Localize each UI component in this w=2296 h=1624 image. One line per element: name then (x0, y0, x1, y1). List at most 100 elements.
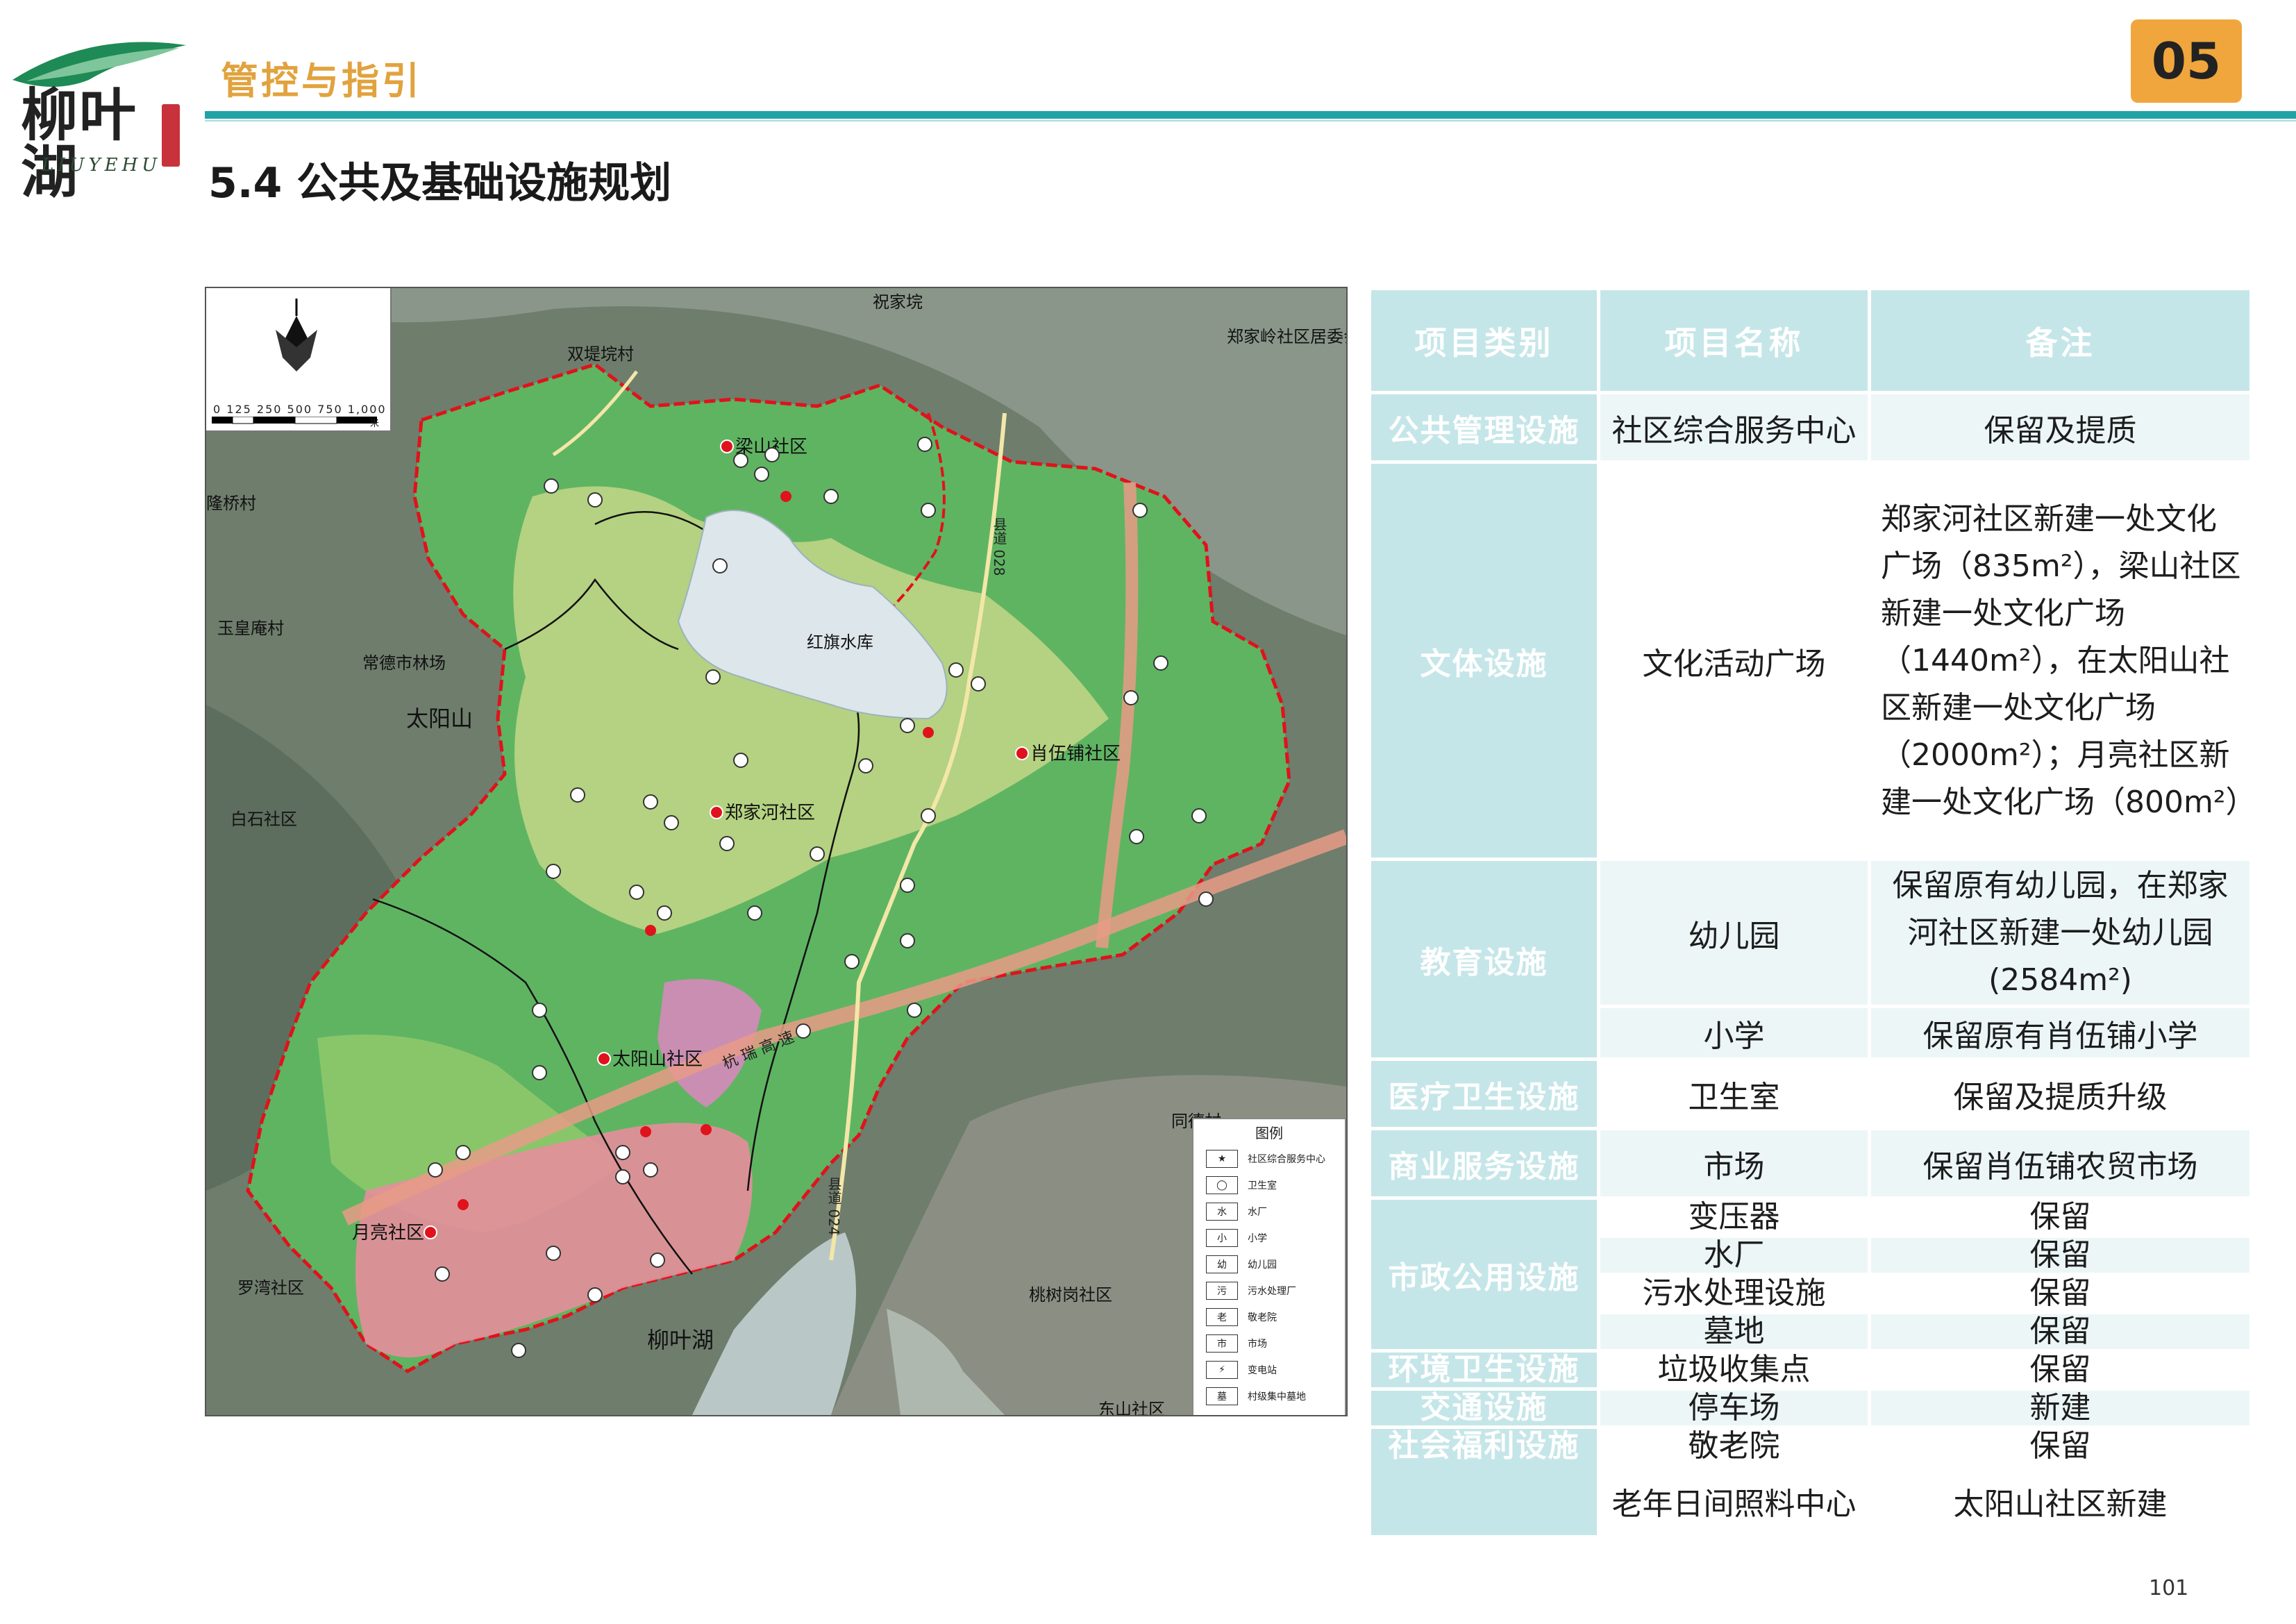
label-yuhuang: 玉皇庵村 (217, 619, 284, 638)
label-road-024: 县道 024 (826, 1177, 842, 1236)
row-note: 保留原有幼儿园，在郑家河社区新建一处幼儿园(2584m²) (1868, 857, 2253, 1008)
row-name: 幼儿园 (1597, 857, 1871, 1008)
section-title: 管控与指引 (221, 59, 422, 103)
map-legend: 图例 ★ 社区综合服务中心 ◯ 卫生室 水水厂 小小学 幼幼儿园 污污水处理厂 老敬… (1192, 1118, 1346, 1415)
header-note: 备注 (1868, 287, 2253, 394)
primary-school-icon: 小 (1206, 1229, 1238, 1247)
community-marker (424, 1225, 437, 1239)
row-category: 商业服务设施 (1368, 1127, 1600, 1200)
label-shuangtidi: 双堤垸村 (567, 344, 634, 364)
row-category: 文体设施 (1368, 460, 1600, 861)
logo-latin: LIUYEHU (42, 155, 162, 176)
row-note: 保留及提质升级 (1868, 1057, 2253, 1130)
row-note: 保留肖伍铺农贸市场 (1868, 1127, 2253, 1200)
label-zhengjiahe: 郑家河社区 (725, 803, 816, 823)
row-name: 市场 (1597, 1127, 1871, 1200)
community-marker (710, 805, 723, 819)
row-name: 墓地 (1597, 1311, 1871, 1353)
sewage-plant-icon: 污 (1206, 1282, 1238, 1300)
row-name: 社区综合服务中心 (1597, 391, 1871, 464)
row-note: 新建 (1868, 1387, 2253, 1429)
row-name: 变压器 (1597, 1196, 1871, 1238)
legend-item: 污污水处理厂 (1206, 1280, 1296, 1301)
row-name: 小学 (1597, 1005, 1871, 1061)
brand-logo: 柳叶湖 LIUYEHU (6, 38, 207, 201)
row-note: 保留 (1868, 1425, 2253, 1467)
planning-map: 0 125 250 500 750 1,000 米 祝家垸 双堤垸村 郑家岭社区… (205, 287, 1348, 1416)
row-note: 保留原有肖伍铺小学 (1868, 1005, 2253, 1061)
row-note: 保留 (1868, 1311, 2253, 1353)
water-plant-icon: 水 (1206, 1203, 1238, 1221)
row-name: 文化活动广场 (1597, 460, 1871, 861)
table-row: 教育设施 幼儿园 保留原有幼儿园，在郑家河社区新建一处幼儿园(2584m²) (1368, 857, 2253, 1061)
legend-item: 水水厂 (1206, 1201, 1267, 1222)
row-name: 老年日间照料中心 (1597, 1464, 1871, 1539)
row-name: 卫生室 (1597, 1057, 1871, 1130)
label-taiyangshan-mountain: 太阳山 (406, 705, 474, 732)
label-hongqi-reservoir: 红旗水库 (807, 633, 873, 652)
table-row: 公共管理设施 社区综合服务中心 保留及提质 (1368, 391, 2253, 464)
legend-item: ★ 社区综合服务中心 (1206, 1148, 1325, 1169)
row-name: 敬老院 (1597, 1425, 1871, 1467)
label-dongshan: 东山社区 (1098, 1400, 1165, 1416)
label-liangshan: 梁山社区 (735, 437, 808, 458)
legend-item: 老敬老院 (1206, 1307, 1277, 1328)
row-name: 停车场 (1597, 1387, 1871, 1429)
row-category: 市政公用设施 (1368, 1196, 1600, 1353)
label-zhujiaqiao: 祝家垸 (873, 292, 923, 312)
table-row: 社会福利设施 敬老院 保留 (1368, 1425, 2253, 1539)
row-category: 公共管理设施 (1368, 391, 1600, 464)
label-baishi: 白石社区 (231, 810, 297, 829)
label-luowan: 罗湾社区 (237, 1278, 304, 1298)
legend-item: ⚡ 变电站 (1206, 1359, 1277, 1380)
label-xiaowupu: 肖伍铺社区 (1030, 744, 1121, 764)
cemetery-icon: 墓 (1206, 1387, 1238, 1405)
row-note: 保留 (1868, 1196, 2253, 1238)
table-header-row: 项目类别 项目名称 备注 (1368, 287, 2253, 394)
page-title: 5.4 公共及基础设施规划 (208, 159, 672, 208)
row-note: 保留 (1868, 1273, 2253, 1314)
row-name: 污水处理设施 (1597, 1273, 1871, 1314)
logo-seal-icon (162, 104, 180, 167)
header-category: 项目类别 (1368, 287, 1600, 394)
label-changde-forest: 常德市林场 (362, 653, 446, 673)
row-name: 垃圾收集点 (1597, 1349, 1871, 1391)
label-longqiao: 隆桥村 (206, 494, 256, 513)
service-center-icon: ★ (1206, 1150, 1238, 1168)
compass-scale-box: 0 125 250 500 750 1,000 米 (206, 288, 392, 432)
substation-icon: ⚡ (1206, 1361, 1238, 1379)
scale-bar-icon (212, 417, 377, 424)
table-row: 商业服务设施 市场 保留肖伍铺农贸市场 (1368, 1127, 2253, 1200)
clinic-icon: ◯ (1206, 1176, 1238, 1194)
community-marker (1015, 746, 1029, 760)
facility-table: 项目类别 项目名称 备注 公共管理设施 社区综合服务中心 保留及提质 文体设施 … (1368, 287, 2256, 1539)
row-category: 社会福利设施 (1368, 1425, 1600, 1539)
label-yueliang: 月亮社区 (352, 1223, 425, 1244)
page-number: 101 (2149, 1576, 2189, 1600)
table-row: 医疗卫生设施 卫生室 保留及提质升级 (1368, 1057, 2253, 1130)
label-zhengjialing: 郑家岭社区居委会 (1227, 327, 1348, 346)
header-divider (205, 111, 2296, 119)
row-category: 交通设施 (1368, 1387, 1600, 1429)
legend-item: 幼幼儿园 (1206, 1254, 1277, 1275)
kindergarten-icon: 幼 (1206, 1255, 1238, 1273)
legend-item: 市市场 (1206, 1333, 1267, 1354)
row-category: 医疗卫生设施 (1368, 1057, 1600, 1130)
legend-item: ◯ 卫生室 (1206, 1175, 1277, 1196)
table-row: 交通设施 停车场 新建 (1368, 1387, 2253, 1429)
nursing-home-icon: 老 (1206, 1308, 1238, 1326)
table-row: 文体设施 文化活动广场 郑家河社区新建一处文化广场（835m²），梁山社区新建一… (1368, 460, 2256, 861)
label-taiyangshan-community: 太阳山社区 (612, 1049, 703, 1070)
scale-text: 0 125 250 500 750 1,000 (213, 403, 387, 416)
header-name: 项目名称 (1597, 287, 1871, 394)
legend-item: 小小学 (1206, 1228, 1267, 1248)
row-note: 保留 (1868, 1349, 2253, 1391)
legend-title: 图例 (1255, 1125, 1283, 1141)
row-name: 水厂 (1597, 1234, 1871, 1276)
row-note: 保留及提质 (1868, 391, 2253, 464)
row-note: 太阳山社区新建 (1868, 1464, 2253, 1539)
row-note: 郑家河社区新建一处文化广场（835m²），梁山社区新建一处文化广场（1440m²… (1868, 460, 2256, 861)
scale-unit: 米 (370, 419, 380, 429)
row-category: 教育设施 (1368, 857, 1600, 1061)
row-category: 环境卫生设施 (1368, 1349, 1600, 1391)
